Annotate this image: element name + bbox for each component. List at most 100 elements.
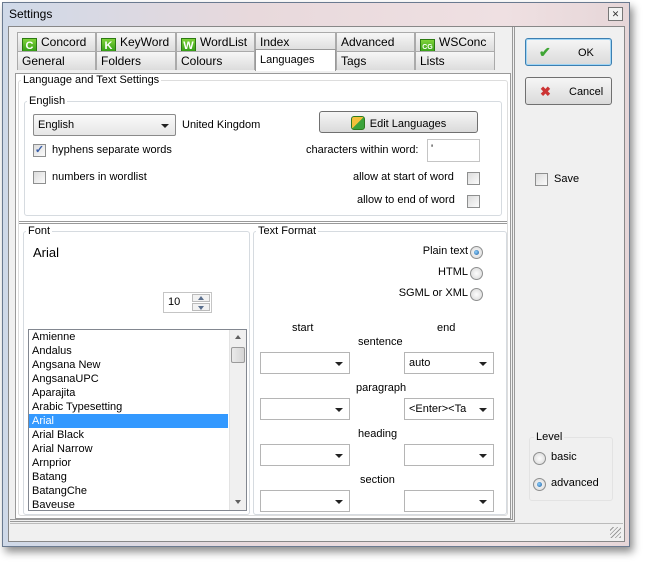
allow-end-checkbox[interactable] (467, 195, 480, 208)
allow-start-checkbox[interactable] (467, 172, 480, 185)
tab-keyword[interactable]: K KeyWord (96, 32, 176, 51)
close-button[interactable]: ✕ (608, 7, 623, 21)
chevron-down-icon (335, 362, 343, 366)
client-area: C Concord K KeyWord W WordList Index Advanc… (8, 26, 625, 542)
html-label: HTML (438, 266, 468, 278)
language-select[interactable]: English (33, 114, 176, 136)
font-group-label: Font (26, 225, 53, 237)
checkmark-icon: ✓ (34, 144, 45, 156)
languages-tab-page: Language and Text Settings English Engli… (15, 73, 511, 519)
chevron-down-icon (198, 306, 204, 310)
start-column-label: start (292, 322, 314, 334)
font-list-item[interactable]: Batang (29, 470, 228, 484)
sgml-xml-radio[interactable] (470, 288, 483, 301)
font-list-item[interactable]: Arabic Typesetting (29, 400, 228, 414)
main-pane: C Concord K KeyWord W WordList Index Advanc… (10, 27, 515, 522)
ok-button[interactable]: ✔ OK (525, 38, 612, 66)
numbers-label: numbers in wordlist (52, 171, 147, 183)
wordlist-icon: W (181, 38, 196, 51)
font-list[interactable]: Amienne Andalus Angsana New AngsanaUPC Apara… (28, 329, 247, 511)
sentence-label: sentence (358, 336, 403, 348)
html-radio[interactable] (470, 267, 483, 280)
font-list-item[interactable]: AngsanaUPC (29, 372, 228, 386)
language-text-settings-group: Language and Text Settings English Engli… (18, 74, 508, 516)
basic-radio[interactable] (533, 452, 546, 465)
chars-within-word-label: characters within word: (306, 144, 419, 156)
section-label: section (360, 474, 395, 486)
paragraph-end-select[interactable]: <Enter><Ta (404, 398, 494, 420)
font-list-item[interactable]: Aparajita (29, 386, 228, 400)
section-title: Language and Text Settings (21, 74, 162, 86)
scroll-up-icon[interactable] (235, 335, 241, 339)
hyphens-checkbox[interactable]: ✓ (33, 144, 46, 157)
font-list-item[interactable]: BatangChe (29, 484, 228, 498)
settings-window: Settings ✕ C Concord K KeyWord W WordList I… (2, 2, 630, 547)
cancel-button[interactable]: ✖ Cancel (525, 77, 612, 105)
save-checkbox[interactable] (535, 173, 548, 186)
close-icon: ✕ (611, 9, 620, 19)
heading-start-select[interactable] (260, 444, 350, 466)
sgml-xml-label: SGML or XML (398, 287, 468, 299)
tab-wsconc[interactable]: CG WSConc (415, 32, 495, 51)
font-list-scrollbar[interactable] (229, 330, 246, 510)
close-icon: ✖ (540, 84, 551, 99)
scroll-thumb[interactable] (231, 347, 245, 363)
divider (19, 221, 507, 224)
numbers-checkbox[interactable] (33, 171, 46, 184)
sentence-start-select[interactable] (260, 352, 350, 374)
font-list-item[interactable]: Baveuse (29, 498, 228, 510)
font-size-stepper[interactable]: 10 (163, 292, 212, 313)
chars-within-word-input[interactable]: ' (427, 139, 480, 162)
tab-wordlist[interactable]: W WordList (176, 32, 255, 51)
wsconc-icon: CG (420, 39, 435, 51)
font-list-item[interactable]: Arial Black (29, 428, 228, 442)
languages-icon (350, 116, 365, 130)
font-group: Font Arial 10 Amienne Andalus Angsana New A… (23, 225, 250, 515)
window-title: Settings (9, 7, 53, 21)
tab-lists[interactable]: Lists (415, 51, 495, 70)
font-list-item[interactable]: Arial (29, 414, 228, 428)
chevron-down-icon (335, 408, 343, 412)
tab-general[interactable]: General (17, 51, 96, 70)
text-format-group-label: Text Format (256, 225, 319, 237)
plain-text-radio[interactable] (470, 246, 483, 259)
heading-end-select[interactable] (404, 444, 494, 466)
chevron-down-icon (479, 454, 487, 458)
tab-folders[interactable]: Folders (96, 51, 176, 70)
concord-icon: C (22, 38, 37, 51)
font-list-item[interactable]: Amienne (29, 330, 228, 344)
font-list-item[interactable]: Andalus (29, 344, 228, 358)
font-list-item[interactable]: Arial Narrow (29, 442, 228, 456)
current-font-name: Arial (33, 245, 60, 260)
stepper-up-button[interactable] (192, 294, 210, 302)
edit-languages-button[interactable]: Edit Languages (319, 111, 478, 133)
basic-label: basic (551, 451, 577, 463)
paragraph-label: paragraph (356, 382, 407, 394)
paragraph-start-select[interactable] (260, 398, 350, 420)
title-bar: Settings ✕ (3, 3, 629, 25)
tab-colours[interactable]: Colours (176, 51, 255, 70)
resize-grip[interactable] (610, 527, 621, 538)
tab-languages[interactable]: Languages (255, 49, 336, 71)
font-list-item[interactable]: Arnprior (29, 456, 228, 470)
tab-advanced[interactable]: Advanced (336, 32, 415, 51)
chevron-down-icon (161, 124, 169, 128)
english-group-label: English (27, 95, 68, 107)
advanced-radio[interactable] (533, 478, 546, 491)
advanced-label: advanced (551, 477, 599, 489)
font-list-item[interactable]: Angsana New (29, 358, 228, 372)
hyphens-label: hyphens separate words (52, 144, 172, 156)
section-start-select[interactable] (260, 490, 350, 512)
tab-tags[interactable]: Tags (336, 51, 415, 70)
tab-concord[interactable]: C Concord (17, 32, 96, 51)
stepper-down-button[interactable] (192, 303, 210, 311)
scroll-down-icon[interactable] (235, 500, 241, 504)
end-column-label: end (437, 322, 456, 334)
text-format-group: Text Format Plain text HTML SGML or XML … (253, 225, 507, 515)
sentence-end-select[interactable]: auto (404, 352, 494, 374)
chevron-down-icon (335, 454, 343, 458)
save-label: Save (554, 173, 580, 185)
chevron-up-icon (198, 296, 204, 300)
section-end-select[interactable] (404, 490, 494, 512)
level-group-label: Level (534, 431, 565, 443)
